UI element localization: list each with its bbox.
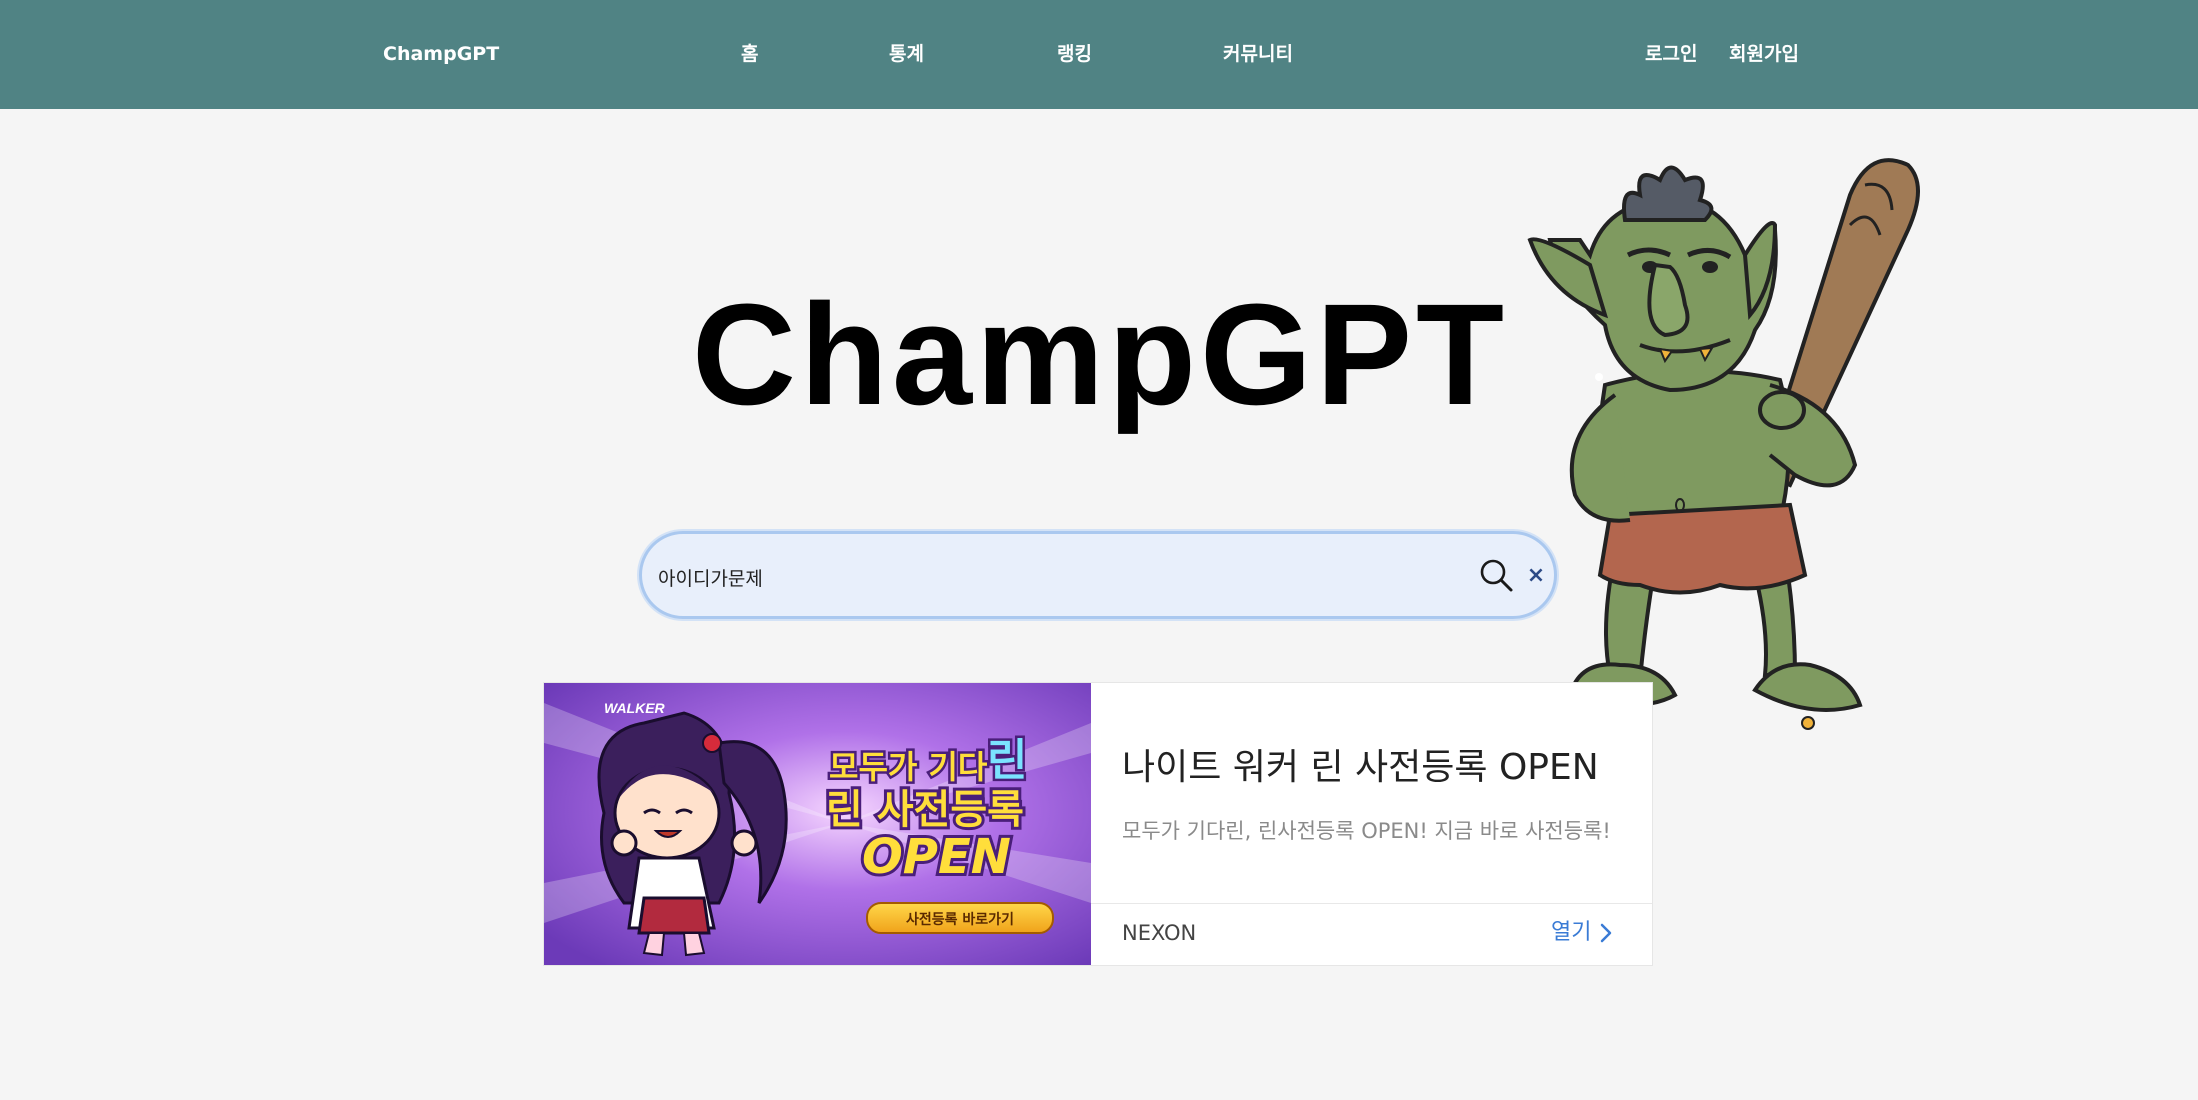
nav-ranking[interactable]: 랭킹 [1057,0,1092,109]
troll-mascot-illustration [1527,158,1920,730]
search-icon[interactable] [1476,555,1516,595]
search-input[interactable] [656,556,1440,598]
ad-card: WALKER 모두가 기다 린 린 사전등록 OPEN 사전등록 바로가기 나이… [543,682,1653,966]
ad-divider [1091,903,1652,904]
chevron-right-icon [1601,923,1612,943]
signup-link[interactable]: 회원가입 [1729,0,1799,109]
nav-stats[interactable]: 통계 [889,0,924,109]
login-link[interactable]: 로그인 [1645,0,1697,109]
ad-image-line2: 린 사전등록 [826,787,1024,833]
ad-image-line1: 모두가 기다 [829,748,988,786]
ad-headline[interactable]: 나이트 워커 린 사전등록 OPEN [1122,738,1599,790]
ad-image-logo: WALKER [604,700,666,716]
ad-image-button: 사전등록 바로가기 [906,911,1014,928]
ad-description: 모두가 기다린, 린사전등록 OPEN! 지금 바로 사전등록! [1122,819,1611,843]
ad-image-line3: OPEN [862,829,1011,885]
ad-open-link[interactable]: 열기 [1551,916,1613,950]
ad-advertiser: NEXON [1122,921,1197,945]
ad-image-line1-accent: 린 [987,735,1027,786]
search-box: × [639,531,1557,619]
ad-banner-image[interactable]: WALKER 모두가 기다 린 린 사전등록 OPEN 사전등록 바로가기 [544,683,1091,966]
nav-community[interactable]: 커뮤니티 [1223,0,1293,109]
brand-logo[interactable]: ChampGPT [383,0,499,109]
nav-home[interactable]: 홈 [741,0,758,109]
ad-open-label: 열기 [1551,920,1592,945]
top-navbar: ChampGPT 홈 통계 랭킹 커뮤니티 로그인 회원가입 [0,0,2198,109]
